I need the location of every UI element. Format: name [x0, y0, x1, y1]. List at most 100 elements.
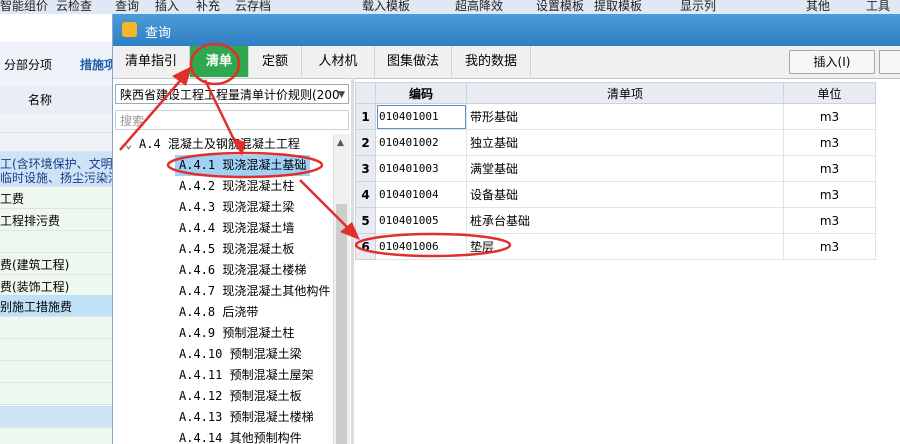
- tab-dinge[interactable]: 定额: [249, 46, 302, 77]
- toolbar-item[interactable]: 云检查: [56, 0, 92, 14]
- tab-my-data[interactable]: 我的数据: [452, 46, 531, 77]
- tree-scrollbar[interactable]: ▲: [333, 134, 350, 444]
- tree-node-a4-7[interactable]: A.4.7 现浇混凝土其他构件: [179, 281, 330, 302]
- row-number: 3: [355, 155, 376, 182]
- toolbar-item[interactable]: 设置模板: [536, 0, 584, 14]
- tree-node-a4-8[interactable]: A.4.8 后浇带: [179, 302, 258, 323]
- item-unit[interactable]: m3: [783, 181, 876, 208]
- toolbar-item[interactable]: 补充: [196, 0, 220, 14]
- tree-node-a4-13[interactable]: A.4.13 预制混凝土楼梯: [179, 407, 314, 428]
- table-row[interactable]: [0, 133, 112, 152]
- corner-cell: [355, 82, 376, 104]
- table-row[interactable]: [0, 114, 112, 133]
- tab-rencaiji[interactable]: 人材机: [302, 46, 375, 77]
- column-item[interactable]: 清单项: [466, 82, 784, 104]
- toolbar-item[interactable]: 查询: [115, 0, 139, 14]
- table-row[interactable]: [0, 383, 112, 405]
- item-name[interactable]: 桩承台基础: [466, 207, 784, 234]
- item-name[interactable]: 带形基础: [466, 103, 784, 130]
- column-unit[interactable]: 单位: [783, 82, 876, 104]
- item-name[interactable]: 垫层: [466, 233, 784, 260]
- toolbar-item[interactable]: 智能组价: [0, 0, 48, 14]
- table-row[interactable]: 4 010401004 设备基础 m3: [355, 181, 876, 208]
- tree-node-a4-1[interactable]: A.4.1 现浇混凝土基础: [175, 155, 311, 176]
- toolbar-item[interactable]: 载入模板: [362, 0, 410, 14]
- toolbar-item[interactable]: 其他: [806, 0, 830, 14]
- rule-select-value: 陕西省建设工程工程量清单计价规则(200: [120, 88, 340, 102]
- item-unit[interactable]: m3: [783, 207, 876, 234]
- background-column-header: 名称: [0, 86, 112, 115]
- extra-button[interactable]: [879, 50, 900, 74]
- item-unit[interactable]: m3: [783, 103, 876, 130]
- tree-node-a4-6[interactable]: A.4.6 现浇混凝土楼梯: [179, 260, 306, 281]
- tree-node-a4[interactable]: ⌄ A.4 混凝土及钢筋混凝土工程: [125, 134, 300, 155]
- toolbar-item[interactable]: 云存档: [235, 0, 271, 14]
- tab-cuoshi[interactable]: 措施项: [80, 56, 112, 73]
- tree-node-a4-14[interactable]: A.4.14 其他预制构件: [179, 428, 302, 444]
- table-row[interactable]: [0, 428, 112, 444]
- item-unit[interactable]: m3: [783, 233, 876, 260]
- chevron-down-icon[interactable]: ⌄: [125, 134, 132, 155]
- toolbar-item[interactable]: 插入: [155, 0, 179, 14]
- item-name[interactable]: 满堂基础: [466, 155, 784, 182]
- table-row[interactable]: 3 010401003 满堂基础 m3: [355, 155, 876, 182]
- item-name[interactable]: 独立基础: [466, 129, 784, 156]
- table-row[interactable]: [0, 361, 112, 383]
- tab-fenbu[interactable]: 分部分项: [4, 56, 52, 73]
- table-row[interactable]: 工(含环境保护、文明施 临时设施、扬尘污染治: [0, 152, 112, 187]
- row-number: 6: [355, 233, 376, 260]
- table-row[interactable]: 2 010401002 独立基础 m3: [355, 129, 876, 156]
- tree-node-a4-9[interactable]: A.4.9 预制混凝土柱: [179, 323, 294, 344]
- tree-node-a4-3[interactable]: A.4.3 现浇混凝土梁: [179, 197, 294, 218]
- row-number: 4: [355, 181, 376, 208]
- item-unit[interactable]: m3: [783, 129, 876, 156]
- toolbar-item[interactable]: 工具: [866, 0, 890, 14]
- toolbar-item[interactable]: 提取模板: [594, 0, 642, 14]
- table-row[interactable]: 工费: [0, 187, 112, 209]
- table-row[interactable]: 费(建筑工程): [0, 253, 112, 275]
- table-row[interactable]: 费(装饰工程): [0, 275, 112, 297]
- row-number: 5: [355, 207, 376, 234]
- pane-splitter[interactable]: [351, 78, 354, 444]
- column-name: 名称: [28, 93, 53, 107]
- table-row[interactable]: [0, 406, 112, 428]
- item-code[interactable]: 010401005: [375, 207, 467, 234]
- rule-select[interactable]: 陕西省建设工程工程量清单计价规则(200 ▼: [115, 84, 349, 104]
- tree-node-a4-12[interactable]: A.4.12 预制混凝土板: [179, 386, 302, 407]
- scroll-up-icon[interactable]: ▲: [337, 138, 344, 148]
- table-row[interactable]: 别施工措施费: [0, 295, 112, 317]
- item-code[interactable]: 010401002: [375, 129, 467, 156]
- table-row[interactable]: [0, 231, 112, 253]
- item-code[interactable]: 010401006: [375, 233, 467, 260]
- toolbar-item[interactable]: 显示列: [680, 0, 716, 14]
- dialog-titlebar[interactable]: 查询: [113, 14, 900, 46]
- table-row[interactable]: 1 010401001 带形基础 m3: [355, 103, 876, 130]
- table-row[interactable]: 5 010401005 桩承台基础 m3: [355, 207, 876, 234]
- table-row[interactable]: 工程排污费: [0, 209, 112, 231]
- tab-qingdan-zhiyin[interactable]: 清单指引: [113, 46, 190, 77]
- tree-node-a4-5[interactable]: A.4.5 现浇混凝土板: [179, 239, 294, 260]
- scrollbar-thumb[interactable]: [336, 204, 347, 444]
- item-code[interactable]: 010401001: [375, 103, 467, 130]
- tree-node-a4-10[interactable]: A.4.10 预制混凝土梁: [179, 344, 302, 365]
- item-code[interactable]: 010401004: [375, 181, 467, 208]
- query-dialog: 查询 清单指引 清单 定额 人材机 图集做法 我的数据 插入(I) 陕西省建设工…: [112, 14, 900, 444]
- item-unit[interactable]: m3: [783, 155, 876, 182]
- item-code[interactable]: 010401003: [375, 155, 467, 182]
- tree-node-a4-11[interactable]: A.4.11 预制混凝土屋架: [179, 365, 314, 386]
- table-row[interactable]: [0, 339, 112, 361]
- table-row[interactable]: [0, 317, 112, 339]
- dialog-tabbar: 清单指引 清单 定额 人材机 图集做法 我的数据 插入(I): [113, 46, 900, 79]
- tree-node-a4-4[interactable]: A.4.4 现浇混凝土墙: [179, 218, 294, 239]
- tree-node-a4-2[interactable]: A.4.2 现浇混凝土柱: [179, 176, 294, 197]
- background-toolbar: 智能组价 云检查 查询 插入 补充 云存档 载入模板 超高降效 设置模板 提取模…: [0, 0, 900, 15]
- tab-qingdan[interactable]: 清单: [190, 46, 249, 77]
- toolbar-item[interactable]: 超高降效: [455, 0, 503, 14]
- search-input[interactable]: 搜索: [115, 110, 349, 130]
- tab-tuji-zuofa[interactable]: 图集做法: [375, 46, 452, 77]
- chevron-down-icon[interactable]: ▼: [338, 85, 345, 103]
- insert-button[interactable]: 插入(I): [789, 50, 875, 74]
- item-name[interactable]: 设备基础: [466, 181, 784, 208]
- column-code[interactable]: 编码: [375, 82, 467, 104]
- table-row[interactable]: 6 010401006 垫层 m3: [355, 233, 876, 260]
